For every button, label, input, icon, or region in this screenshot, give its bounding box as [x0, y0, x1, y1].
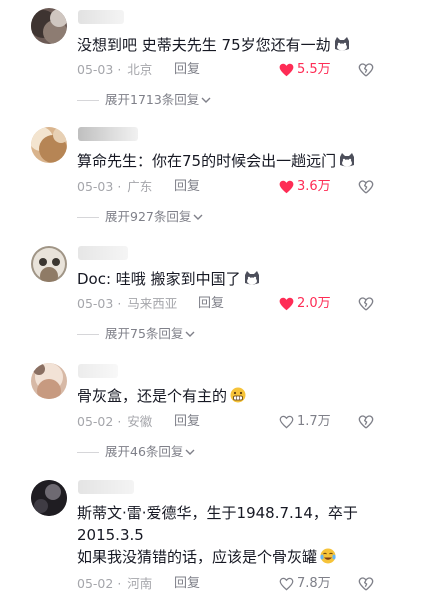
comment-item: 没想到吧 史蒂夫先生 75岁您还有一劫 05-03 · 北京 回复 5.5万 展…: [0, 0, 426, 116]
heart-filled-icon: [279, 180, 294, 194]
comment-text-line: 2015.3.5: [77, 526, 144, 544]
comment-date: 05-02: [77, 414, 114, 429]
comment-location: 马来西亚: [127, 296, 178, 311]
heart-filled-icon: [279, 297, 294, 311]
comment-text: 算命先生：你在75的时候会出一趟远门: [77, 150, 396, 172]
avatar[interactable]: [31, 480, 67, 516]
comment-item: 骨灰盒，还是个有主的 05-02 · 安徽 回复 1.7万 展开46条回复: [0, 350, 426, 466]
separator-dot: ·: [117, 62, 122, 77]
comment-text-line: 如果我没猜错的话，应该是个骨灰罐: [77, 546, 396, 568]
comment-location: 北京: [127, 62, 153, 77]
dislike-heart-icon[interactable]: [358, 179, 374, 195]
heart-outline-icon: [279, 415, 294, 429]
comment-date: 05-03: [77, 179, 114, 194]
comment-text: 斯蒂文·雷·爱德华，生于1948.7.14，卒于 2015.3.5 如果我没猜错…: [77, 502, 396, 568]
comment-meta: 05-02 · 安徽: [77, 413, 152, 431]
comment-date: 05-02: [77, 576, 114, 591]
comment-item: 斯蒂文·雷·爱德华，生于1948.7.14，卒于 2015.3.5 如果我没猜错…: [0, 466, 426, 614]
username-blurred: [78, 10, 124, 24]
heart-outline-icon: [279, 577, 294, 591]
dislike-heart-icon[interactable]: [358, 414, 374, 430]
comment-text: 没想到吧 史蒂夫先生 75岁您还有一劫: [77, 34, 396, 56]
comment-text: Doc: 哇哦 搬家到中国了: [77, 268, 396, 290]
username-blurred: [78, 127, 138, 141]
comment-meta: 05-03 · 马来西亚: [77, 295, 177, 313]
username-blurred: [78, 480, 134, 494]
like-count: 2.0万: [297, 296, 331, 311]
cat-emoji-icon: [340, 153, 355, 167]
comment-item: Doc: 哇哦 搬家到中国了 05-03 · 马来西亚 回复 2.0万 展开75…: [0, 234, 426, 350]
divider-line: [77, 100, 99, 101]
comment-location: 广东: [127, 179, 153, 194]
separator-dot: ·: [117, 414, 122, 429]
comment-item: 算命先生：你在75的时候会出一趟远门 05-03 · 广东 回复 3.6万 展开…: [0, 116, 426, 234]
expand-replies-button[interactable]: 展开1713条回复: [77, 91, 211, 109]
username-blurred: [78, 246, 128, 260]
comment-meta: 05-02 · 河南: [77, 575, 152, 593]
divider-line: [77, 217, 99, 218]
dislike-heart-icon[interactable]: [358, 62, 374, 78]
reply-button[interactable]: 回复: [198, 295, 224, 313]
like-count: 1.7万: [297, 414, 331, 429]
expand-replies-button[interactable]: 展开927条回复: [77, 208, 203, 226]
reply-button[interactable]: 回复: [174, 178, 200, 196]
comment-text-line: 斯蒂文·雷·爱德华，生于1948.7.14，卒于: [77, 504, 358, 522]
comment-date: 05-03: [77, 296, 114, 311]
avatar[interactable]: [31, 127, 67, 163]
dislike-heart-icon[interactable]: [358, 296, 374, 312]
chevron-down-icon: [193, 214, 203, 220]
comment-location: 河南: [127, 576, 153, 591]
like-count: 5.5万: [297, 62, 331, 77]
username-blurred: [78, 364, 118, 378]
comment-location: 安徽: [127, 414, 153, 429]
cat-emoji-icon: [334, 37, 349, 51]
avatar[interactable]: [31, 363, 67, 399]
cat-emoji-icon: [244, 271, 259, 285]
divider-line: [77, 334, 99, 335]
laugh-cry-emoji-icon: [320, 548, 336, 564]
comment-meta: 05-03 · 北京: [77, 61, 152, 79]
grimace-emoji-icon: [230, 387, 246, 403]
expand-replies-button[interactable]: 展开46条回复: [77, 443, 195, 461]
like-count: 7.8万: [297, 576, 331, 591]
comment-text: 骨灰盒，还是个有主的: [77, 385, 396, 407]
avatar[interactable]: [31, 246, 67, 282]
chevron-down-icon: [201, 97, 211, 103]
comment-meta: 05-03 · 广东: [77, 178, 152, 196]
heart-filled-icon: [279, 63, 294, 77]
avatar[interactable]: [31, 8, 67, 44]
chevron-down-icon: [185, 449, 195, 455]
dislike-heart-icon[interactable]: [358, 576, 374, 592]
like-count: 3.6万: [297, 179, 331, 194]
separator-dot: ·: [117, 576, 122, 591]
divider-line: [77, 452, 99, 453]
reply-button[interactable]: 回复: [174, 61, 200, 79]
comment-date: 05-03: [77, 62, 114, 77]
expand-replies-button[interactable]: 展开75条回复: [77, 325, 195, 343]
chevron-down-icon: [185, 331, 195, 337]
separator-dot: ·: [117, 179, 122, 194]
reply-button[interactable]: 回复: [174, 575, 200, 593]
separator-dot: ·: [117, 296, 122, 311]
reply-button[interactable]: 回复: [174, 413, 200, 431]
